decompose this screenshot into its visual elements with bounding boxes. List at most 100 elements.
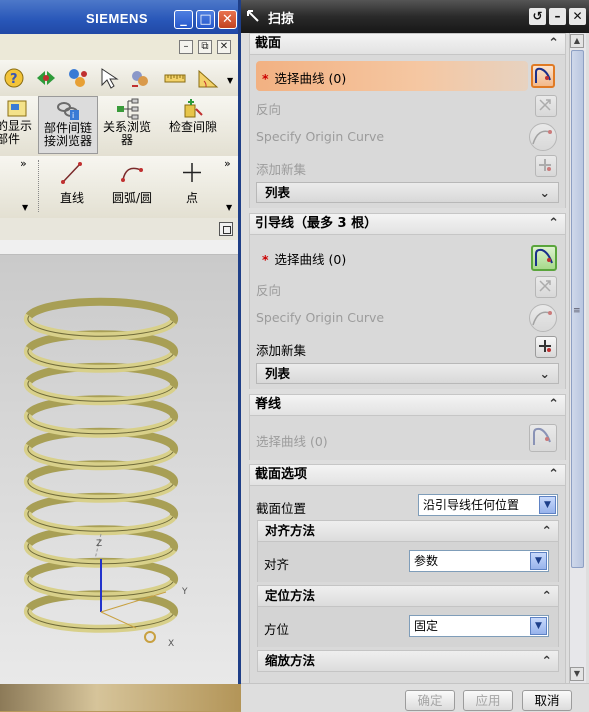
select-curve-icon[interactable] [128, 66, 152, 90]
section-curve-picker-button[interactable] [531, 64, 555, 88]
angle-measure-icon[interactable] [196, 66, 220, 90]
window-minimize-button[interactable]: _ [174, 10, 193, 29]
guide-select-curve-wrap[interactable]: * 选择曲线 (0) [262, 249, 346, 268]
orientation-title: 定位方法 [265, 588, 316, 603]
check-clearance-button[interactable]: 检查间隙 [164, 96, 222, 154]
cancel-button[interactable]: 取消 [522, 690, 572, 711]
scaling-header[interactable]: 缩放方法 ⌃ [257, 650, 559, 672]
toolbar-grip[interactable] [38, 160, 41, 212]
ruler-icon[interactable] [163, 66, 187, 90]
collapse-chevron-icon: ⌃ [548, 216, 559, 231]
window-restore-button[interactable]: □ [196, 10, 215, 29]
select-filter-icon[interactable] [34, 66, 58, 90]
guide-add-set-label: 添加新集 [256, 343, 307, 358]
fit-view-icon[interactable] [219, 222, 233, 236]
origin-curve-icon [532, 311, 552, 326]
spine-curve-picker-button[interactable] [529, 424, 557, 452]
curve-select-icon [535, 248, 553, 266]
status-toolbar [0, 218, 241, 241]
dropdown-arrow-icon: ▼ [539, 496, 556, 514]
check-clearance-label: 检查间隙 [168, 120, 217, 134]
section-options-header[interactable]: 截面选项 ⌃ [249, 464, 566, 486]
graphics-window-header [0, 240, 238, 255]
pointer-icon[interactable] [98, 66, 122, 90]
dialog-reset-button[interactable]: ↺ [529, 8, 546, 25]
toolbar3-dropdown-left[interactable]: ▼ [22, 203, 28, 212]
orientation-select[interactable]: 固定 ▼ [409, 615, 549, 637]
collapse-chevron-icon: ⌃ [541, 653, 552, 668]
section-select-curve-wrap: * 选择曲线 (0) [262, 68, 346, 87]
guide-origin-label: Specify Origin Curve [256, 310, 385, 325]
guide-list-label: 列表 [265, 366, 291, 381]
toolbar3-overflow-left[interactable]: » [20, 157, 27, 170]
scroll-up-button[interactable]: ▲ [570, 34, 584, 48]
line-button[interactable]: 直线 [52, 160, 92, 212]
required-star: * [262, 71, 269, 86]
svg-text:Z: Z [96, 539, 102, 549]
alignment-select[interactable]: 参数 ▼ [409, 550, 549, 572]
dialog-title: 扫掠 [268, 12, 295, 27]
guide-curves-title: 引导线（最多 3 根） [255, 216, 378, 231]
display-part-button[interactable]: 的显示 部件 [0, 96, 34, 154]
alignment-header[interactable]: 对齐方法 ⌃ [257, 520, 559, 542]
siemens-brand: SIEMENS [86, 11, 149, 26]
relation-browser-label-2: 器 [120, 133, 133, 147]
toolbar3-dropdown-right[interactable]: ▼ [226, 203, 232, 212]
chain-link-icon: i [57, 102, 79, 120]
spine-header[interactable]: 脊线 ⌃ [249, 394, 566, 416]
section-list-toggle[interactable]: 列表 ⌄ [256, 182, 559, 203]
spring-coil-front [23, 346, 177, 373]
svg-text:i: i [72, 111, 74, 120]
guide-list-toggle[interactable]: 列表 ⌄ [256, 363, 559, 384]
assembly-navigator-label-2: 接浏览器 [43, 134, 92, 148]
guide-add-set-button[interactable] [535, 336, 557, 358]
assembly-navigator-button[interactable]: i 部件间链 接浏览器 [38, 96, 98, 154]
section-options-title: 截面选项 [255, 467, 308, 482]
guide-select-curve-label: 选择曲线 (0) [274, 252, 347, 267]
relation-browser-button[interactable]: 关系浏览 器 [100, 96, 154, 154]
toolbar3-overflow-right[interactable]: » [224, 157, 231, 170]
display-part-icon [7, 100, 27, 117]
help-icon[interactable]: ? [2, 66, 26, 90]
section-reverse-button[interactable] [535, 95, 557, 117]
guide-curves-header[interactable]: 引导线（最多 3 根） ⌃ [249, 213, 566, 235]
guide-curve-picker-button[interactable] [531, 245, 557, 271]
dialog-grip-icon[interactable] [246, 9, 260, 23]
window-close-button[interactable]: ✕ [218, 10, 237, 29]
point-label: 点 [185, 191, 198, 205]
point-icon [183, 163, 201, 182]
collapse-chevron-icon: ⌃ [548, 397, 559, 412]
section-select-curve-label: 选择曲线 (0) [274, 71, 347, 86]
spine-title: 脊线 [255, 397, 282, 412]
dropdown-arrow-icon: ▼ [530, 552, 547, 570]
point-button[interactable]: 点 [172, 160, 212, 212]
orientation-value: 固定 [414, 619, 439, 633]
section-origin-label: Specify Origin Curve [256, 129, 385, 144]
arc-circle-button[interactable]: 圆弧/圆 [104, 160, 160, 212]
mdi-restore-button[interactable]: ⧉ [198, 40, 212, 54]
mdi-minimize-button[interactable]: – [179, 40, 193, 54]
toolbar-dropdown-arrow[interactable]: ▼ [227, 76, 233, 85]
scroll-down-button[interactable]: ▼ [570, 667, 584, 681]
spring-model[interactable]: Y X Z [0, 254, 238, 684]
spring-coil-front [23, 508, 177, 536]
scaling-title: 缩放方法 [265, 653, 316, 668]
display-part-label-2: 部件 [0, 132, 21, 146]
section-position-select[interactable]: 沿引导线任何位置 ▼ [418, 494, 558, 516]
guide-origin-button[interactable] [529, 304, 557, 332]
spring-coil-back [25, 297, 179, 325]
orientation-header[interactable]: 定位方法 ⌃ [257, 585, 559, 607]
spring-coil-front [23, 411, 177, 438]
section-add-set-button[interactable] [535, 155, 557, 177]
curve-select-icon [535, 67, 551, 83]
guide-reverse-button[interactable] [535, 276, 557, 298]
snap-point-icon[interactable] [66, 66, 90, 90]
ok-button[interactable]: 确定 [405, 690, 455, 711]
dialog-close-button[interactable]: ✕ [569, 8, 586, 25]
section-curves-header[interactable]: 截面 ⌃ [249, 33, 566, 55]
collapse-chevron-icon: ⌃ [548, 36, 559, 51]
apply-button[interactable]: 应用 [463, 690, 513, 711]
mdi-close-button[interactable]: ✕ [217, 40, 231, 54]
dialog-minimize-button[interactable]: – [549, 8, 566, 25]
section-origin-button[interactable] [529, 123, 557, 151]
